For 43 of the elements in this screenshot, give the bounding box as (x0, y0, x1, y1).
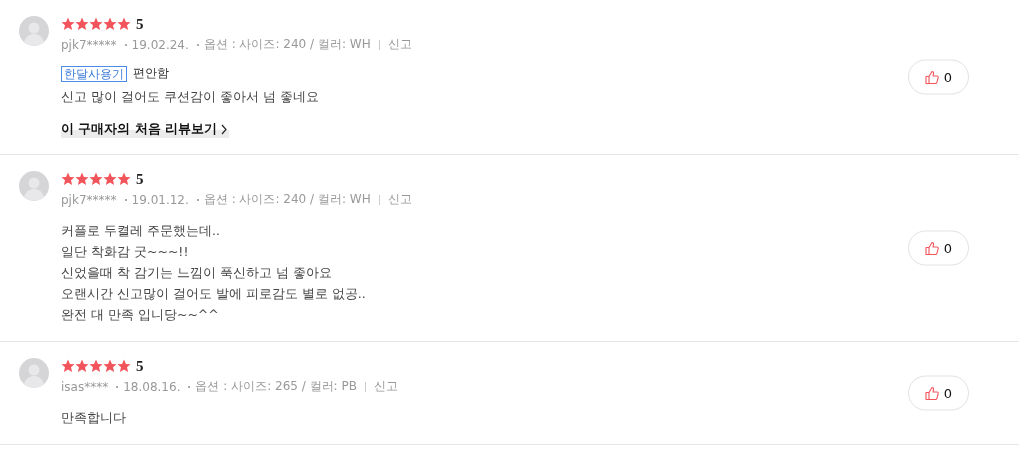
usage-tag: 한달사용기 (61, 65, 127, 82)
purchase-option: 옵션 : 사이즈: 265 / 컬러: PB (195, 378, 357, 395)
review-date: 19.02.24. (131, 37, 189, 52)
user-name: isas**** (61, 379, 109, 394)
star-icon (103, 172, 117, 186)
like-button[interactable]: 0 (908, 230, 969, 266)
like-button[interactable]: 0 (908, 375, 969, 411)
star-icon (61, 359, 75, 373)
user-name: pjk7***** (61, 37, 117, 52)
thumbs-up-icon (924, 386, 939, 400)
avatar-icon (19, 358, 49, 388)
star-icon (89, 359, 103, 373)
first-review-link[interactable]: 이 구매자의 처음 리뷰보기 (61, 121, 230, 138)
like-button[interactable]: 0 (908, 59, 969, 95)
rating-score: 5 (136, 15, 144, 33)
star-icon (75, 359, 89, 373)
rating-score: 5 (136, 170, 144, 188)
star-icon (75, 17, 89, 31)
rating-score: 5 (136, 357, 144, 375)
review-text: 신고 많이 걸어도 쿠션감이 좋아서 넘 좋네요 (61, 88, 319, 106)
chevron-right-icon (221, 124, 228, 135)
review-text: 만족합니다 (61, 409, 126, 427)
avatar-icon (19, 171, 49, 201)
star-icon (117, 17, 131, 31)
star-icon (75, 172, 89, 186)
thumbs-up-icon (924, 70, 939, 84)
purchase-option: 옵션 : 사이즈: 240 / 컬러: WH (203, 191, 371, 208)
purchase-option: 옵션 : 사이즈: 240 / 컬러: WH (203, 36, 371, 53)
star-icon (117, 359, 131, 373)
avatar-icon (19, 16, 49, 46)
thumbs-up-icon (924, 241, 939, 255)
star-icon (61, 17, 75, 31)
star-icon (117, 172, 131, 186)
star-icon (61, 172, 75, 186)
tag-text: 편안함 (133, 65, 169, 82)
user-name: pjk7***** (61, 192, 117, 207)
review-text: 커플로 두켤레 주문했는데.. 일단 착화감 굿~~~!! 신었을때 착 감기는 느낌이 푹신하고 넘 좋아요 오랜시간 신고많이 걸어도 발에 피로감도 별로 없공.. 완전 대 만족 입니당~~^^ (61, 222, 366, 324)
star-icon (89, 17, 103, 31)
review-date: 19.01.12. (131, 192, 189, 207)
star-icon (103, 17, 117, 31)
review-date: 18.08.16. (123, 379, 181, 394)
star-icon (89, 172, 103, 186)
star-icon (103, 359, 117, 373)
